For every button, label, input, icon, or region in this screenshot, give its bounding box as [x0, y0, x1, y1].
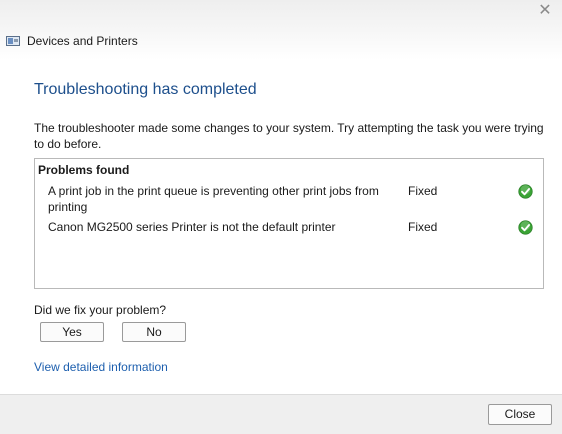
problems-found-panel: Problems found A print job in the print …: [34, 158, 544, 289]
problem-status: Fixed: [408, 184, 438, 198]
window-titlebar: Devices and Printers: [6, 33, 138, 49]
devices-printers-icon: [6, 35, 20, 46]
check-icon: [518, 184, 533, 199]
problem-text: A print job in the print queue is preven…: [48, 184, 379, 214]
window-close-icon[interactable]: ✕: [534, 2, 556, 20]
close-button[interactable]: Close: [488, 404, 552, 425]
feedback-question: Did we fix your problem?: [34, 303, 167, 317]
window-title: Devices and Printers: [27, 34, 138, 48]
yes-button[interactable]: Yes: [40, 322, 104, 342]
check-icon: [518, 220, 533, 235]
problem-text: Canon MG2500 series Printer is not the d…: [48, 220, 336, 234]
problem-status: Fixed: [408, 220, 438, 234]
problems-header: Problems found: [38, 163, 130, 177]
no-button[interactable]: No: [122, 322, 186, 342]
description-text: The troubleshooter made some changes to …: [34, 121, 544, 151]
page-title: Troubleshooting has completed: [34, 81, 257, 98]
view-details-link[interactable]: View detailed information: [34, 360, 168, 374]
footer-bar: Close: [0, 394, 562, 434]
troubleshooter-window: ✕ Devices and Printers Troubleshooting h…: [0, 0, 562, 434]
